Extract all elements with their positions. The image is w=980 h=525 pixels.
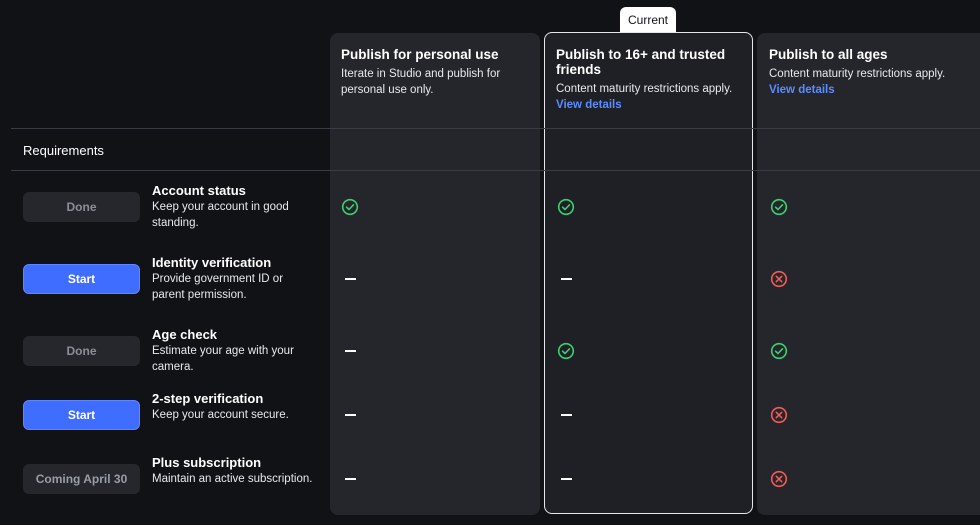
- view-details-link[interactable]: View details: [556, 99, 622, 111]
- column-desc: Content maturity restrictions apply.: [769, 68, 946, 80]
- column-header-all-ages: Publish to all ages Content maturity res…: [769, 47, 954, 98]
- dash-icon: [345, 350, 356, 352]
- coming-soon-button: Coming April 30: [23, 464, 140, 494]
- requirement-desc: Estimate your age with your camera.: [152, 345, 294, 373]
- view-details-link[interactable]: View details: [769, 84, 835, 96]
- column-desc-wrap: Content maturity restrictions apply. Vie…: [556, 81, 741, 113]
- done-button: Done: [23, 336, 140, 366]
- column-title: Publish for personal use: [341, 47, 499, 62]
- x-circle-icon: [770, 406, 788, 424]
- check-circle-icon: [770, 198, 788, 216]
- check-circle-icon: [770, 342, 788, 360]
- dash-icon: [561, 414, 572, 416]
- requirement-desc: Keep your account secure.: [152, 409, 289, 421]
- dash-icon: [561, 278, 572, 280]
- column-desc-wrap: Content maturity restrictions apply. Vie…: [769, 66, 954, 98]
- requirement-title: Account status: [152, 183, 246, 198]
- start-button[interactable]: Start: [23, 400, 140, 430]
- check-circle-icon: [557, 342, 575, 360]
- column-header-16-plus: Publish to 16+ and trusted friends Conte…: [556, 47, 741, 113]
- column-all-ages: [757, 33, 980, 515]
- divider: [11, 128, 980, 129]
- column-title: Publish to 16+ and trusted friends: [556, 47, 726, 77]
- requirement-title: Plus subscription: [152, 455, 262, 470]
- dash-icon: [345, 414, 356, 416]
- column-desc: Iterate in Studio and publish for person…: [341, 68, 501, 96]
- current-badge: Current: [620, 7, 676, 32]
- start-button[interactable]: Start: [23, 264, 140, 294]
- requirement-desc: Provide government ID or parent permissi…: [152, 273, 284, 301]
- column-header-personal: Publish for personal use Iterate in Stud…: [341, 47, 531, 98]
- column-desc: Content maturity restrictions apply.: [556, 83, 733, 95]
- dash-icon: [345, 478, 356, 480]
- column-personal-use: [330, 33, 540, 515]
- requirement-title: Identity verification: [152, 255, 272, 270]
- requirement-desc: Keep your account in good standing.: [152, 201, 289, 229]
- divider: [11, 170, 980, 171]
- done-button: Done: [23, 192, 140, 222]
- x-circle-icon: [770, 470, 788, 488]
- column-title: Publish to all ages: [769, 47, 888, 62]
- dash-icon: [561, 478, 572, 480]
- dash-icon: [345, 278, 356, 280]
- requirement-title: 2-step verification: [152, 391, 264, 406]
- check-circle-icon: [341, 198, 359, 216]
- check-circle-icon: [557, 198, 575, 216]
- requirements-heading: Requirements: [23, 143, 104, 158]
- requirement-desc: Maintain an active subscription.: [152, 473, 313, 485]
- requirement-title: Age check: [152, 327, 218, 342]
- x-circle-icon: [770, 270, 788, 288]
